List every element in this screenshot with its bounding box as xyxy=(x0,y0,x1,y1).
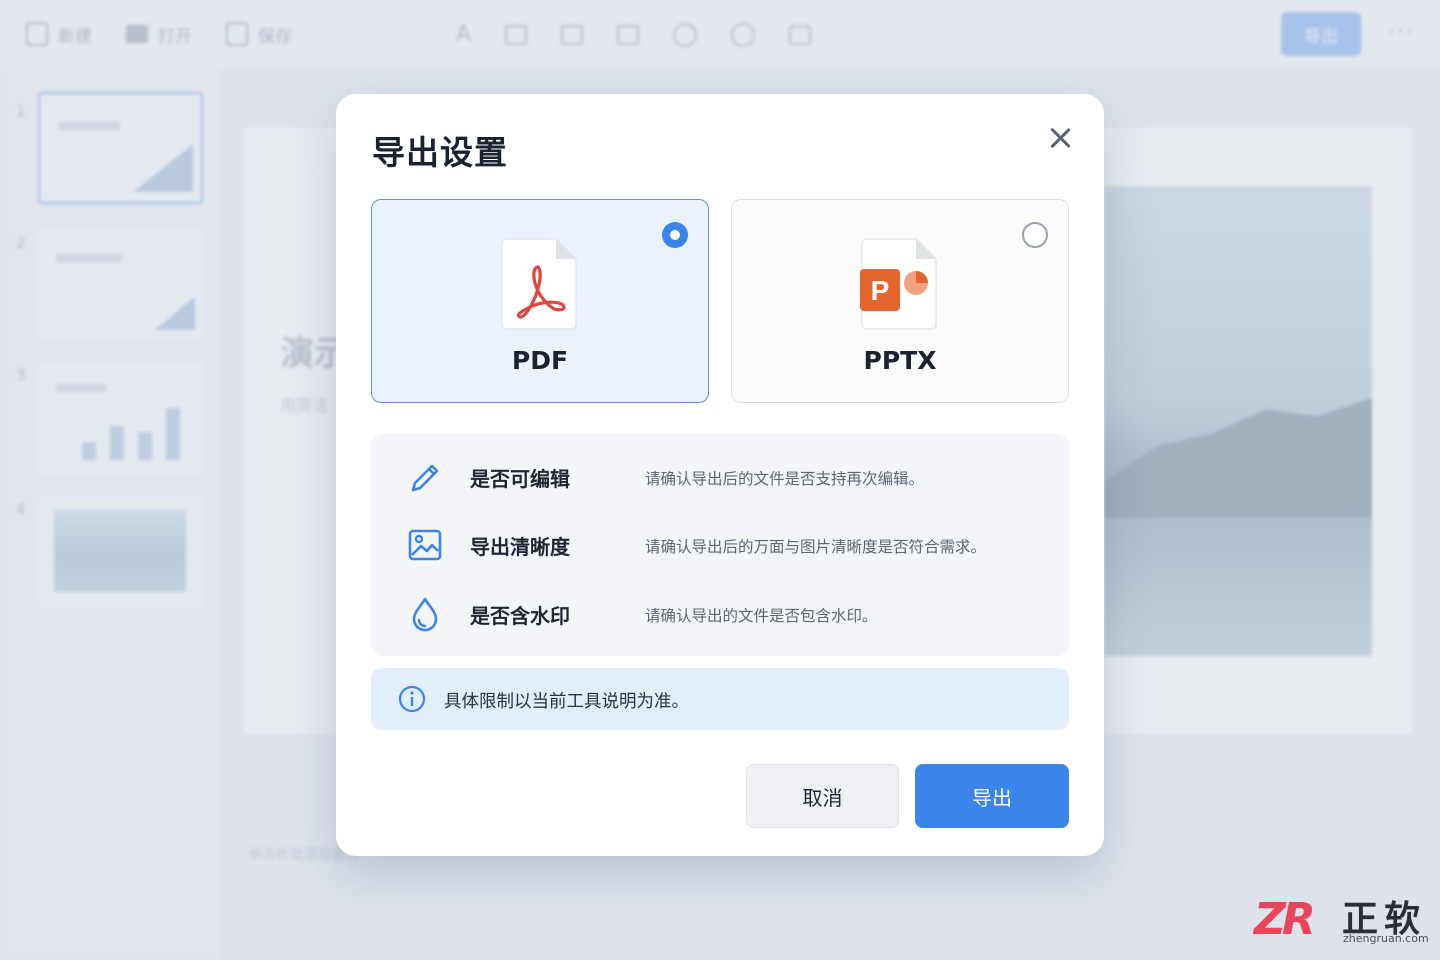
format-option-pptx[interactable]: P PPTX xyxy=(731,199,1069,403)
format-label-pptx: PPTX xyxy=(863,346,937,375)
option-description: 请确认导出后的文件是否支持再次编辑。 xyxy=(645,470,925,488)
export-options-panel: 是否可编辑 请确认导出后的文件是否支持再次编辑。 导出清晰度 请确认导出后的万面… xyxy=(371,434,1069,656)
option-label: 导出清晰度 xyxy=(470,535,570,559)
option-row-editable: 是否可编辑 请确认导出后的文件是否支持再次编辑。 xyxy=(371,457,1069,497)
option-description: 请确认导出的文件是否包含水印。 xyxy=(645,607,878,625)
export-button[interactable]: 导出 xyxy=(915,764,1069,828)
svg-text:P: P xyxy=(871,275,890,306)
format-option-pdf[interactable]: PDF xyxy=(371,199,709,403)
option-label: 是否可编辑 xyxy=(470,467,570,491)
option-row-watermark: 是否含水印 请确认导出的文件是否包含水印。 xyxy=(371,594,1069,634)
radio-selected-icon[interactable] xyxy=(662,222,688,248)
pdf-file-icon xyxy=(501,238,577,330)
zhengruan-watermark: ZR 正软 zhengruan.com xyxy=(1254,890,1434,950)
watermark-url: zhengruan.com xyxy=(1343,932,1429,945)
dialog-title: 导出设置 xyxy=(372,133,508,172)
format-label-pdf: PDF xyxy=(511,346,569,375)
cancel-button[interactable]: 取消 xyxy=(746,764,899,828)
limit-notice: 具体限制以当前工具说明为准。 xyxy=(371,668,1069,730)
option-description: 请确认导出后的万面与图片清晰度是否符合需求。 xyxy=(645,538,987,556)
notice-text: 具体限制以当前工具说明为准。 xyxy=(444,692,689,712)
close-icon[interactable] xyxy=(1046,124,1074,152)
export-settings-dialog: 导出设置 PDF P PPTX 是否可编辑 请确认导出后的文件是否支持再次编辑。… xyxy=(336,94,1104,856)
option-row-resolution: 导出清晰度 请确认导出后的万面与图片清晰度是否符合需求。 xyxy=(371,525,1069,565)
water-drop-icon xyxy=(412,597,438,632)
radio-unselected-icon[interactable] xyxy=(1022,222,1048,248)
pptx-file-icon: P xyxy=(860,238,937,330)
pencil-icon xyxy=(411,464,439,492)
image-icon xyxy=(408,529,442,561)
info-icon xyxy=(398,685,426,713)
watermark-logo: ZR xyxy=(1254,894,1316,945)
option-label: 是否含水印 xyxy=(470,604,570,628)
